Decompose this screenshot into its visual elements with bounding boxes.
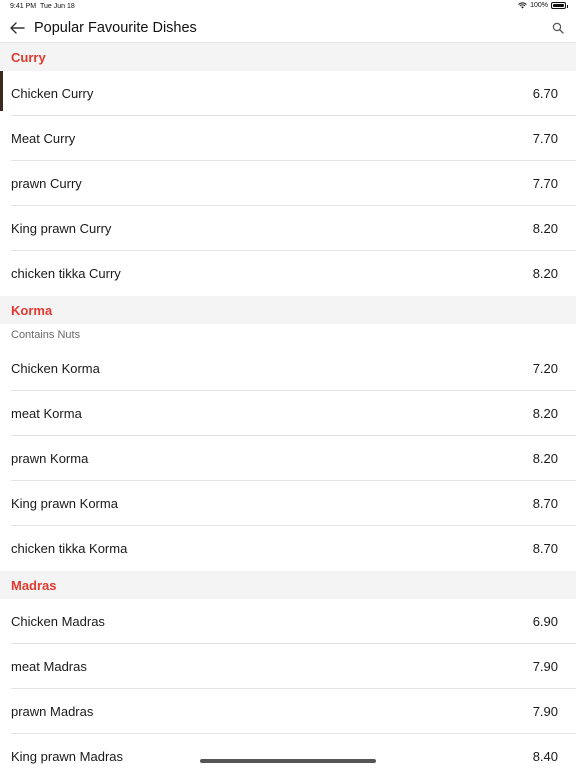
dish-name: King prawn Madras bbox=[11, 749, 123, 764]
section-header: Madras bbox=[0, 571, 576, 599]
dish-name: meat Korma bbox=[11, 405, 82, 421]
section-header: Korma bbox=[0, 296, 576, 324]
wifi-icon bbox=[518, 2, 527, 9]
dish-price: 7.70 bbox=[532, 175, 558, 191]
dish-row[interactable]: King prawn Curry 8.20 bbox=[11, 206, 576, 251]
status-right: 100% bbox=[518, 2, 568, 9]
dish-row[interactable]: Chicken Curry 6.70 bbox=[11, 71, 576, 116]
battery-percent: 100% bbox=[530, 2, 548, 9]
dish-price: 7.90 bbox=[532, 658, 558, 674]
dish-price: 8.40 bbox=[532, 749, 558, 764]
dish-name: chicken tikka Curry bbox=[11, 266, 121, 281]
section-title: Madras bbox=[11, 577, 57, 593]
dish-name: chicken tikka Korma bbox=[11, 541, 128, 556]
dish-row[interactable]: meat Korma 8.20 bbox=[11, 391, 576, 436]
dish-row[interactable]: King prawn Korma 8.70 bbox=[11, 481, 576, 526]
dish-name: King prawn Korma bbox=[11, 495, 118, 511]
dish-price: 7.90 bbox=[532, 703, 558, 719]
menu-list[interactable]: Curry Chicken Curry 6.70 Meat Curry 7.70 praw… bbox=[0, 43, 576, 768]
dish-price: 7.20 bbox=[532, 360, 558, 376]
dish-price: 7.70 bbox=[532, 130, 558, 146]
dish-row[interactable]: Chicken Korma 7.20 bbox=[11, 346, 576, 391]
section-note: Contains Nuts bbox=[0, 324, 576, 346]
dish-name: Chicken Madras bbox=[11, 613, 105, 629]
dish-price: 8.20 bbox=[532, 405, 558, 421]
status-bar: 9:41 PM Tue Jun 18 100% bbox=[0, 0, 576, 13]
nav-bar: Popular Favourite Dishes bbox=[0, 13, 576, 43]
dish-row[interactable]: Meat Curry 7.70 bbox=[11, 116, 576, 161]
dish-name: meat Madras bbox=[11, 658, 87, 674]
section-header: Curry bbox=[0, 43, 576, 71]
dish-price: 8.20 bbox=[532, 266, 558, 281]
dish-price: 8.20 bbox=[532, 220, 558, 236]
arrow-left-icon[interactable] bbox=[8, 20, 26, 36]
home-indicator[interactable] bbox=[200, 759, 376, 763]
dish-price: 8.70 bbox=[532, 495, 558, 511]
status-time: 9:41 PM bbox=[10, 3, 37, 10]
dish-row[interactable]: prawn Madras 7.90 bbox=[11, 689, 576, 734]
dish-row[interactable]: prawn Curry 7.70 bbox=[11, 161, 576, 206]
battery-icon bbox=[551, 2, 568, 9]
dish-price: 6.70 bbox=[532, 85, 558, 101]
section-title: Curry bbox=[11, 49, 46, 65]
dish-name: Meat Curry bbox=[11, 130, 76, 146]
dish-row[interactable]: Chicken Madras 6.90 bbox=[11, 599, 576, 644]
dish-name: Chicken Korma bbox=[11, 360, 100, 376]
battery-fill bbox=[553, 4, 564, 7]
dish-name: prawn Curry bbox=[11, 175, 82, 191]
page-title: Popular Favourite Dishes bbox=[34, 20, 197, 36]
search-icon[interactable] bbox=[552, 22, 564, 34]
dish-name: Chicken Curry bbox=[11, 85, 94, 101]
dish-name: King prawn Curry bbox=[11, 220, 112, 236]
dish-name: prawn Korma bbox=[11, 450, 89, 466]
dish-row[interactable]: prawn Korma 8.20 bbox=[11, 436, 576, 481]
section-title: Korma bbox=[11, 302, 53, 318]
dish-price: 6.90 bbox=[532, 613, 558, 629]
status-date: Tue Jun 18 bbox=[40, 3, 75, 10]
dish-row[interactable]: chicken tikka Korma 8.70 bbox=[11, 526, 576, 571]
dish-price: 8.20 bbox=[532, 450, 558, 466]
dish-price: 8.70 bbox=[532, 541, 558, 556]
dish-row[interactable]: meat Madras 7.90 bbox=[11, 644, 576, 689]
dish-row[interactable]: chicken tikka Curry 8.20 bbox=[11, 251, 576, 296]
dish-name: prawn Madras bbox=[11, 703, 94, 719]
